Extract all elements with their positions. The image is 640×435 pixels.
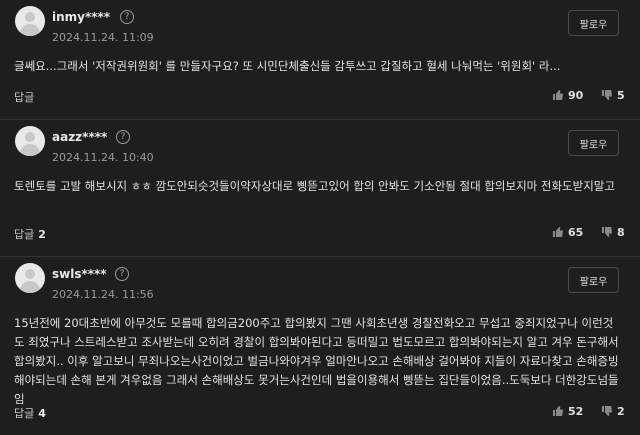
thumbs-up-icon (553, 90, 563, 100)
like-button[interactable]: 65 (552, 226, 583, 239)
dislike-button[interactable]: 5 (601, 89, 625, 102)
comment-item: inmy**** ? 2024.11.24. 11:09 팔로우 글쎄요...그… (0, 0, 640, 120)
follow-button[interactable]: 팔로우 (568, 267, 619, 293)
dislike-count: 2 (617, 405, 625, 418)
reply-button[interactable]: 답글 2 (14, 226, 46, 242)
comment-text: 글쎄요...그래서 '저작권위원회' 를 만들자구요? 또 시민단체출신들 감투… (14, 59, 561, 73)
avatar[interactable] (15, 6, 45, 36)
dislike-button[interactable]: 2 (601, 405, 625, 418)
reply-count: 4 (38, 407, 46, 420)
like-count: 90 (568, 89, 584, 102)
like-button[interactable]: 52 (552, 405, 583, 418)
like-count: 52 (568, 405, 584, 418)
nickname[interactable]: aazz**** (52, 130, 107, 144)
avatar[interactable] (15, 263, 45, 293)
dislike-count: 8 (617, 226, 625, 239)
comment-text: 토렌토를 고발 해보시지 ㅎㅎ 깜도안되슷것들이약자상대로 삥뜯고있어 합의 안… (14, 179, 615, 193)
avatar[interactable] (15, 126, 45, 156)
comment-date: 2024.11.24. 10:40 (52, 151, 154, 164)
comment-date: 2024.11.24. 11:09 (52, 31, 154, 44)
dislike-count: 5 (617, 89, 625, 102)
follow-button[interactable]: 팔로우 (568, 10, 619, 36)
nickname[interactable]: swls**** (52, 267, 107, 281)
like-button[interactable]: 90 (552, 89, 583, 102)
dislike-button[interactable]: 8 (601, 226, 625, 239)
thumbs-down-icon (602, 406, 612, 416)
thumbs-up-icon (553, 227, 563, 237)
reply-label: 답글 (14, 91, 35, 104)
comment-item: aazz**** ? 2024.11.24. 10:40 팔로우 토렌토를 고발… (0, 120, 640, 257)
thumbs-down-icon (602, 90, 612, 100)
thumbs-up-icon (553, 406, 563, 416)
thumbs-down-icon (602, 227, 612, 237)
follow-button[interactable]: 팔로우 (568, 130, 619, 156)
info-icon[interactable]: ? (115, 267, 129, 281)
comment-date: 2024.11.24. 11:56 (52, 288, 154, 301)
reply-button[interactable]: 답글 4 (14, 405, 46, 421)
reply-label: 답글 (14, 407, 35, 420)
reply-button[interactable]: 답글 (14, 89, 38, 105)
like-count: 65 (568, 226, 584, 239)
info-icon[interactable]: ? (120, 10, 134, 24)
info-icon[interactable]: ? (116, 130, 130, 144)
nickname[interactable]: inmy**** (52, 10, 110, 24)
reply-count: 2 (38, 228, 46, 241)
reply-label: 답글 (14, 228, 35, 241)
comment-text: 15년전에 20대초반에 아무것도 모를때 합의금200주고 합의봤지 그땐 사… (14, 316, 623, 406)
comment-item: swls**** ? 2024.11.24. 11:56 팔로우 15년전에 2… (0, 257, 640, 435)
